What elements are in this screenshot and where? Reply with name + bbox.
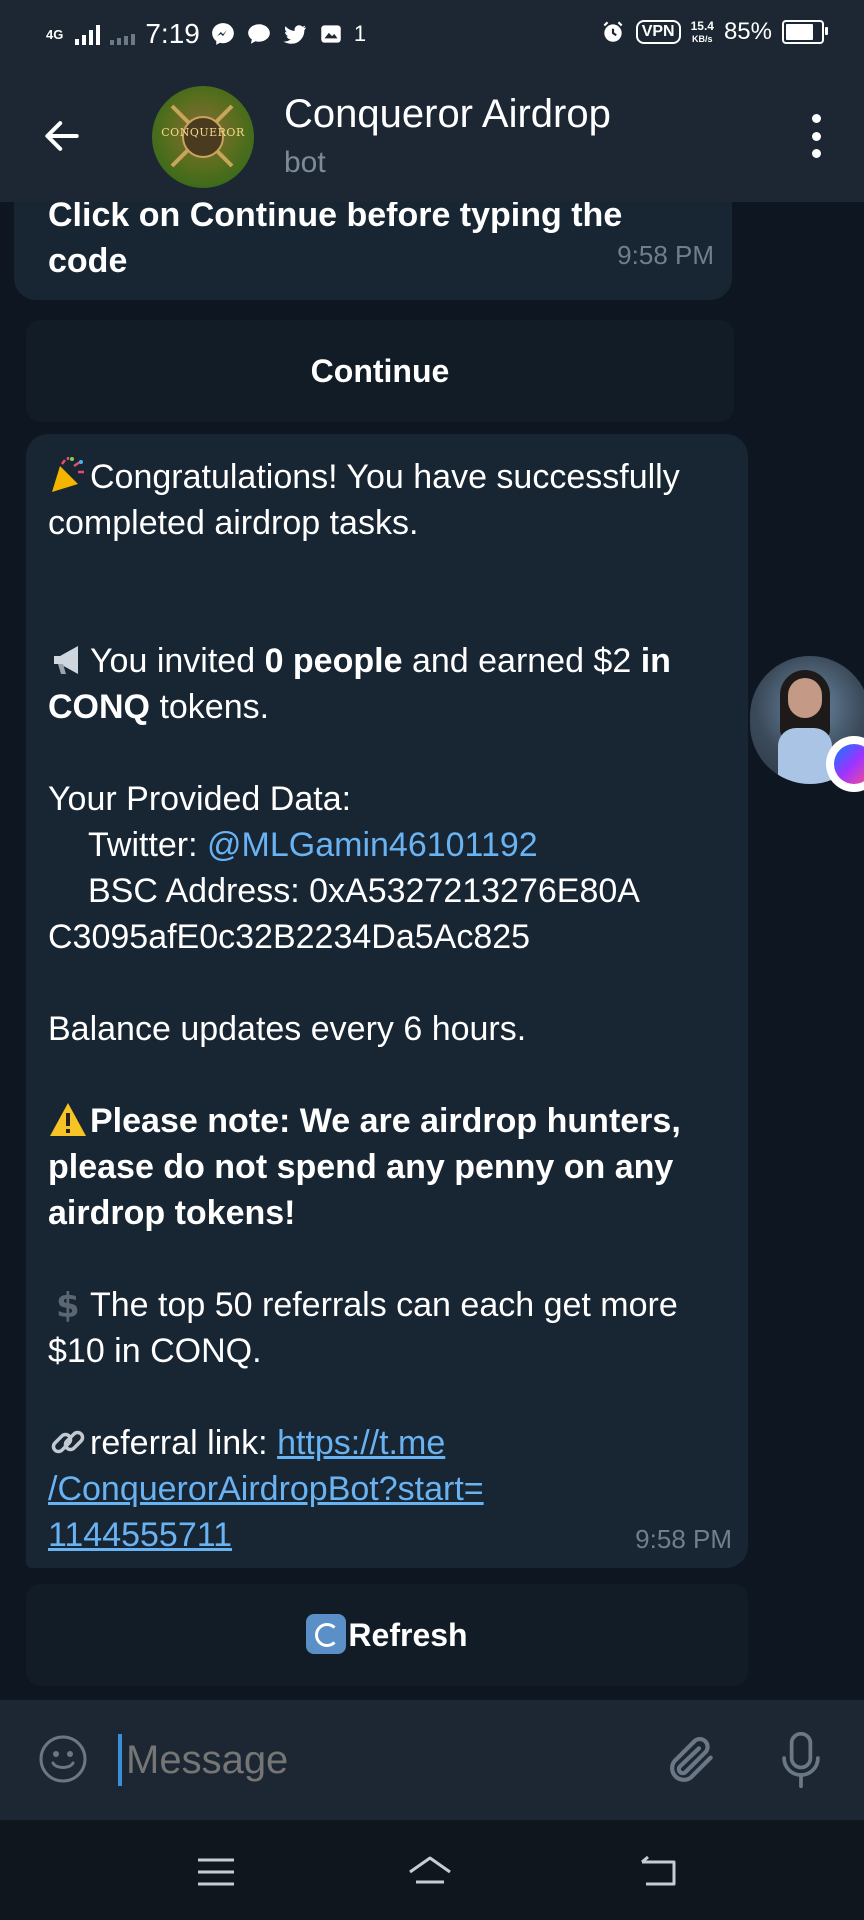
bsc-line: BSC Address: 0xA5327213276E80A (48, 868, 728, 914)
smiley-icon[interactable] (38, 1734, 88, 1784)
net-speed: 15.4 KB/s (691, 20, 714, 45)
congrats-line: Congratulations! You have successfully c… (48, 454, 728, 546)
battery-icon (782, 20, 828, 44)
bsc-label: BSC Address: (88, 872, 310, 910)
twitter-handle-link[interactable]: @MLGamin46101192 (207, 826, 538, 864)
bot-avatar[interactable]: CONQUEROR (152, 86, 254, 188)
referral-line: referral link: https://t.me (48, 1420, 728, 1466)
message-bubble: Click on Continue before typing the code… (14, 202, 732, 300)
gallery-icon (321, 25, 341, 43)
microphone-icon[interactable] (778, 1730, 824, 1790)
megaphone-icon (54, 646, 78, 674)
refresh-icon (306, 1614, 347, 1654)
message-time: 9:58 PM (635, 1524, 732, 1554)
party-popper-icon (52, 457, 84, 492)
chat-subtitle: bot (284, 146, 326, 179)
top-referrals-line: $ The top 50 referrals can each get more … (48, 1282, 728, 1374)
home-icon[interactable] (406, 1848, 454, 1896)
status-bar: 4G 7:19 1 VPN 15.4 KB/s 85% (0, 0, 864, 70)
alarm-icon (603, 21, 623, 42)
data-heading: Your Provided Data: (48, 780, 352, 818)
message-input-bar (0, 1700, 864, 1820)
invited-line: You invited 0 people and earned $2 in CO… (48, 638, 728, 730)
vpn-badge: VPN (635, 20, 681, 44)
chat-header: CONQUEROR Conqueror Airdrop bot (0, 70, 864, 202)
invited-pre: You invited (90, 642, 265, 680)
avatar-logo-text: CONQUEROR (161, 126, 245, 139)
more-vertical-icon[interactable] (810, 114, 822, 158)
status-right: VPN 15.4 KB/s 85% (600, 18, 828, 46)
chat-bubble-icon (248, 24, 270, 44)
message-bubble: Congratulations! You have successfully c… (26, 434, 748, 1568)
message-text: Congratulations! You have successfully c… (48, 454, 728, 1558)
signal-icon (75, 23, 101, 45)
warning-text: Please note: We are airdrop hunters, ple… (48, 1102, 681, 1232)
bsc-address-part1: 0xA5327213276E80A (309, 872, 640, 910)
invited-mid: and earned $2 (402, 642, 641, 680)
twitter-line: Twitter: @MLGamin46101192 (48, 822, 728, 868)
svg-text:$: $ (56, 1286, 80, 1324)
status-left: 4G 7:19 1 (46, 18, 366, 50)
warning-icon (50, 1103, 86, 1136)
congrats-text: Congratulations! You have successfully c… (48, 458, 680, 542)
message-text: Click on Continue before typing the code (48, 202, 623, 280)
message-input[interactable] (118, 1730, 626, 1790)
refresh-button[interactable]: Refresh (26, 1584, 748, 1686)
referral-label: referral link: (90, 1424, 278, 1462)
speed-value: 15.4 (690, 18, 714, 33)
network-type: 4G (46, 26, 64, 42)
referral-url-part2[interactable]: /ConquerorAirdropBot?start= (48, 1470, 484, 1508)
back-nav-icon[interactable] (634, 1848, 682, 1896)
signal-2-icon (110, 23, 136, 45)
message-time: 9:58 PM (617, 240, 714, 270)
messenger-icon (212, 23, 234, 45)
chat-title[interactable]: Conqueror Airdrop (284, 92, 611, 137)
referral-url-part3[interactable]: 1144555711 (48, 1516, 232, 1554)
bsc-address-part2: C3095afE0c32B2234Da5Ac825 (48, 918, 531, 956)
twitter-label: Twitter: (88, 826, 208, 864)
speed-unit: KB/s (692, 33, 713, 44)
top-referrals-text: The top 50 referrals can each get more $… (48, 1286, 678, 1370)
system-nav-bar (0, 1820, 864, 1920)
battery-percent: 85% (723, 18, 772, 45)
continue-button[interactable]: Continue (26, 320, 734, 422)
recents-menu-icon[interactable] (192, 1848, 240, 1896)
paperclip-icon[interactable] (664, 1732, 720, 1788)
invited-count: 0 people (264, 642, 403, 680)
twitter-icon (283, 25, 306, 44)
status-time: 7:19 (145, 18, 200, 49)
link-icon (51, 1430, 85, 1454)
invited-post: tokens. (150, 688, 270, 726)
message-list[interactable]: Click on Continue before typing the code… (0, 202, 864, 1700)
dollar-sign-icon: $ (56, 1286, 80, 1324)
notification-count: 1 (353, 21, 367, 46)
warning-line: Please note: We are airdrop hunters, ple… (48, 1098, 728, 1236)
refresh-label: Refresh (348, 1617, 468, 1653)
back-arrow-icon[interactable] (40, 114, 84, 158)
balance-note: Balance updates every 6 hours. (48, 1010, 527, 1048)
referral-url-part1[interactable]: https://t.me (277, 1424, 445, 1462)
